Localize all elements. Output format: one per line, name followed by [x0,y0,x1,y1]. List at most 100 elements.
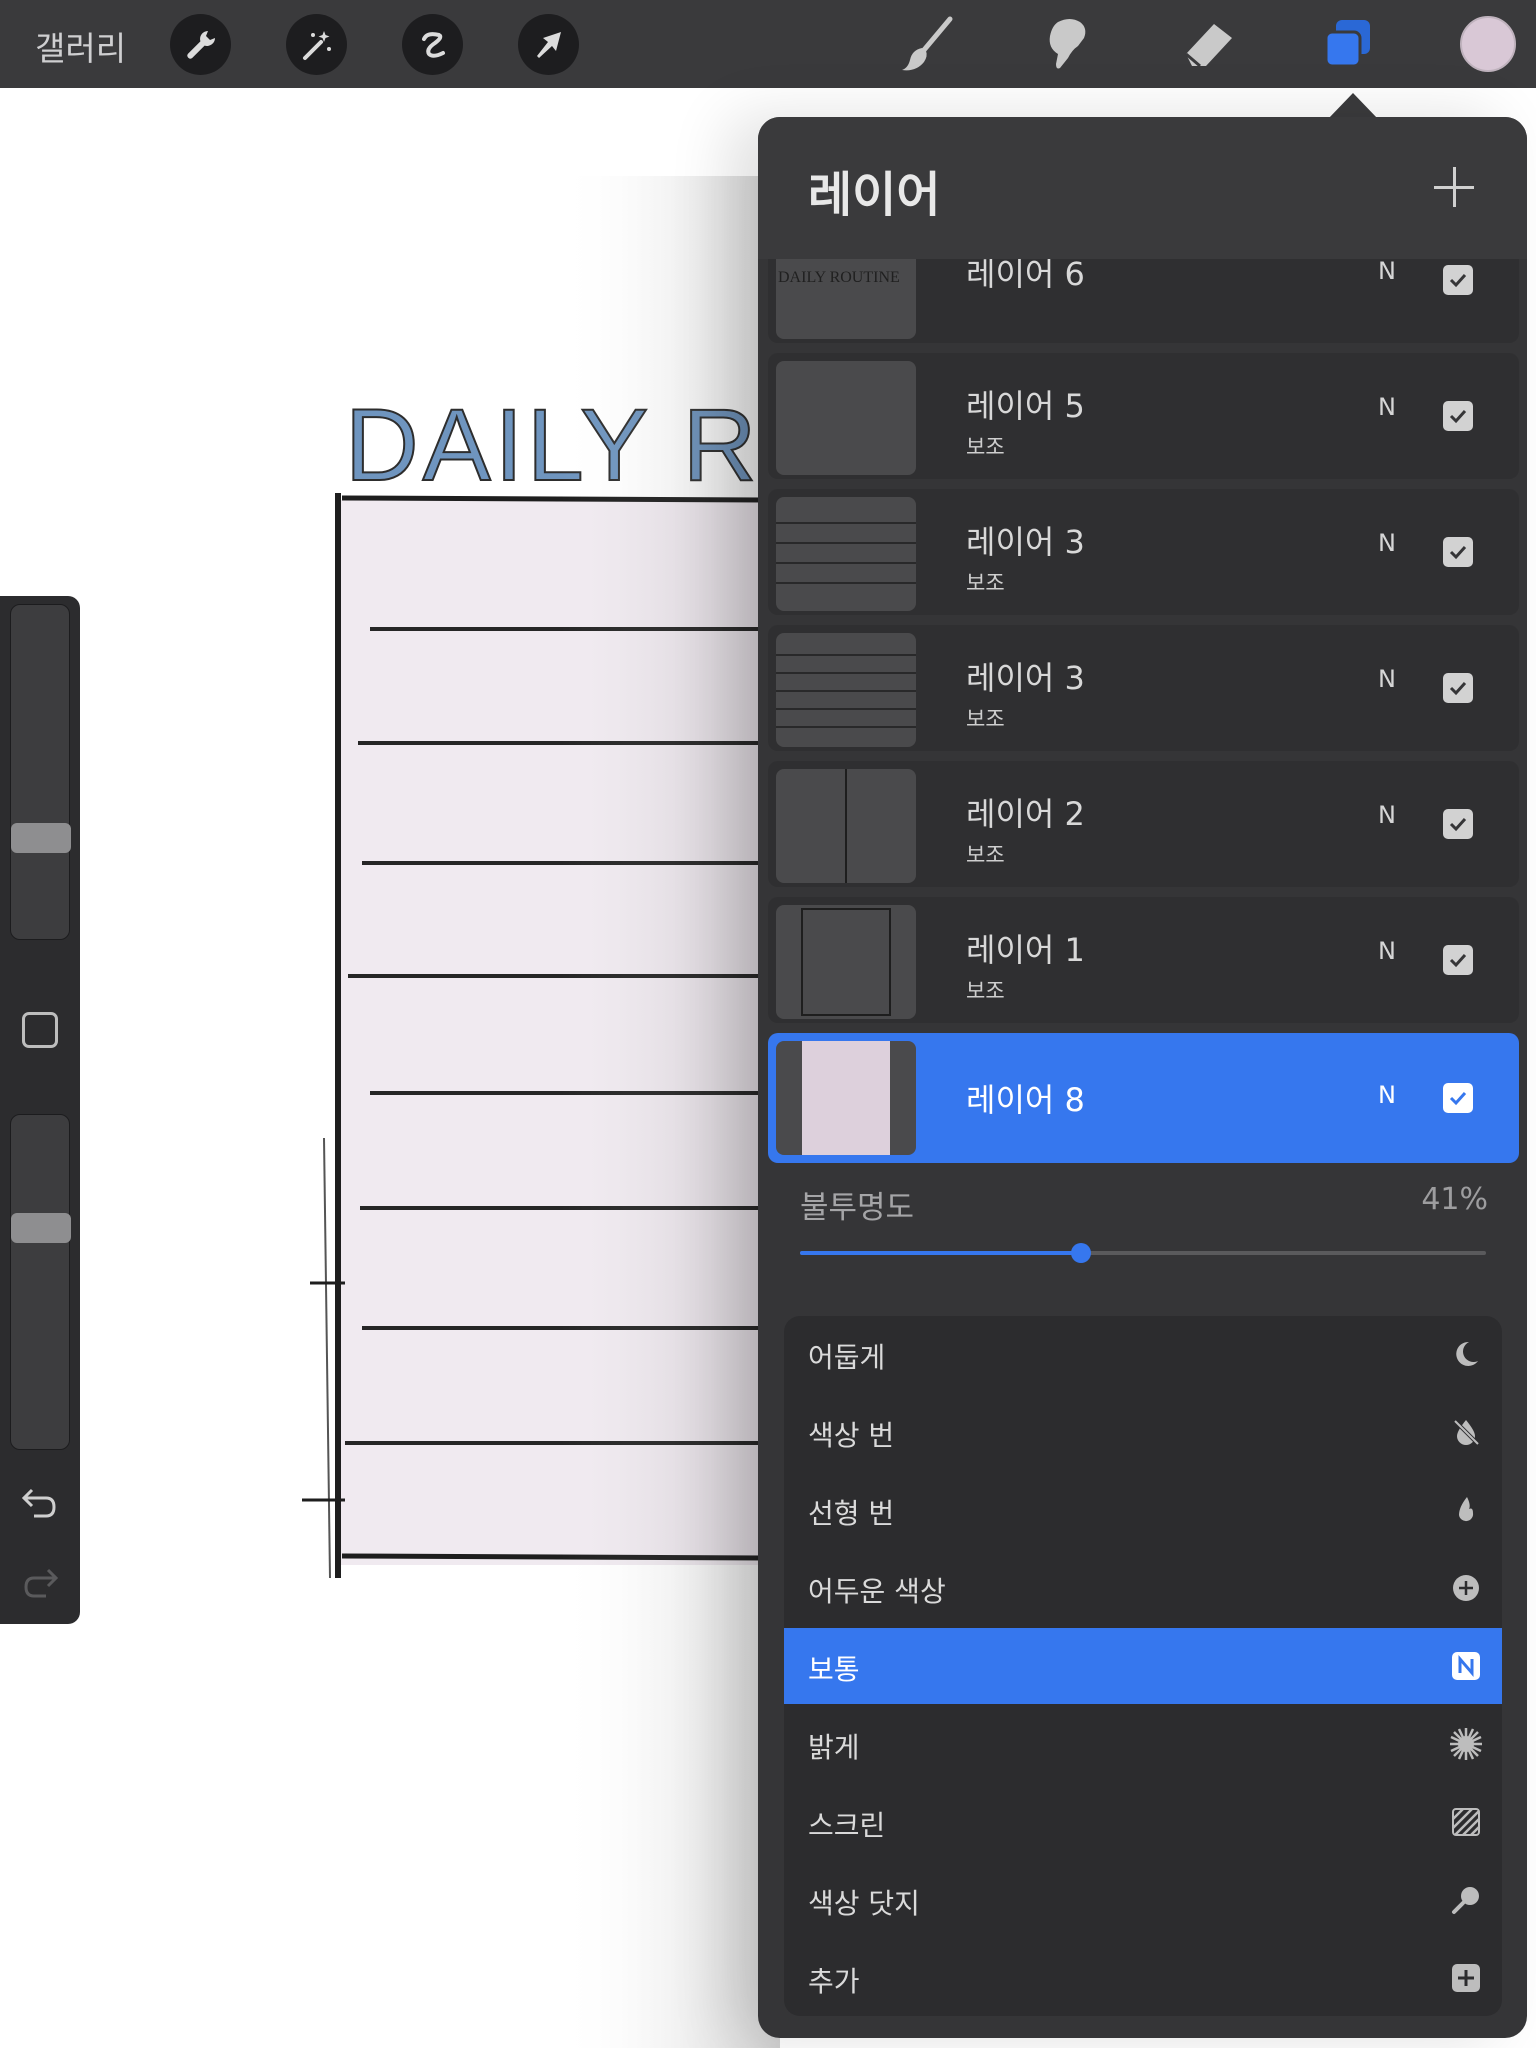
visibility-checkbox[interactable] [1443,809,1473,839]
color-picker-button[interactable] [1460,16,1516,72]
visibility-checkbox[interactable] [1443,537,1473,567]
blend-mode-label: 스크린 [808,1809,886,1842]
brush-tool-button[interactable] [896,12,960,76]
blend-mode-button[interactable]: N [1378,529,1396,557]
sun-burst-icon [1448,1726,1484,1762]
smudge-tool-button[interactable] [1036,12,1100,76]
visibility-checkbox[interactable] [1443,1083,1473,1113]
brush-size-thumb[interactable] [11,823,71,853]
transform-arrow-icon [536,31,561,58]
layer-name: 레이어 8 [966,1081,1085,1119]
transform-button[interactable] [518,14,579,75]
layer-row[interactable]: 레이어 1 보조 N [768,897,1519,1023]
adjustments-button[interactable] [286,14,347,75]
layer-list[interactable]: DAILY ROUTINE 레이어 6 N 레이어 5 보조 N 레이어 3 보… [758,259,1527,1275]
blend-mode-lighten[interactable]: 밝게 [784,1706,1502,1782]
layer-thumbnail [776,1041,916,1155]
lines-thumbnail-art [776,522,916,584]
layer-subtitle: 보조 [966,707,1005,731]
blend-mode-color-burn[interactable]: 색상 번 [784,1394,1502,1470]
blend-mode-button[interactable]: N [1378,937,1396,965]
layers-panel-header: 레이어 [758,117,1527,259]
actions-button[interactable] [170,14,231,75]
blend-mode-linear-burn[interactable]: 선형 번 [784,1472,1502,1548]
blend-mode-darker-color[interactable]: 어두운 색상 [784,1550,1502,1626]
burn-icon [1448,1414,1484,1450]
blend-mode-label: 추가 [808,1965,860,1998]
eraser-icon [1185,24,1232,68]
layer-row-selected[interactable]: 레이어 8 N [768,1033,1519,1163]
magic-wand-icon [302,30,331,60]
layer-name: 레이어 1 [966,931,1085,969]
frame-thumbnail-art [801,908,891,1016]
layer-row[interactable]: DAILY ROUTINE 레이어 6 N [768,259,1519,343]
modify-button[interactable] [22,1012,58,1048]
layer-row[interactable]: 레이어 3 보조 N [768,489,1519,615]
checkmark-icon [1449,409,1467,424]
checkmark-icon [1449,817,1467,832]
layers-panel: 레이어 DAILY ROUTINE 레이어 6 N 레이어 5 보조 N 레이어… [758,117,1527,2038]
moon-icon [1448,1336,1484,1372]
layer-thumbnail: DAILY ROUTINE [776,259,916,339]
opacity-label: 불투명도 [800,1190,915,1226]
layer-row[interactable]: 레이어 5 보조 N [768,353,1519,479]
blend-mode-button[interactable]: N [1378,1081,1396,1109]
gallery-button[interactable]: 갤러리 [35,22,126,70]
redo-icon[interactable] [20,1566,60,1602]
visibility-checkbox[interactable] [1443,265,1473,295]
left-sidebar [0,596,80,1624]
blend-mode-button[interactable]: N [1378,801,1396,829]
visibility-checkbox[interactable] [1443,945,1473,975]
checkmark-icon [1449,1091,1467,1106]
blend-mode-normal[interactable]: 보통 [784,1628,1502,1704]
blend-mode-add[interactable]: 추가 [784,1940,1502,2016]
smudge-icon [1049,19,1086,69]
normal-n-icon [1448,1648,1484,1684]
blend-mode-list[interactable]: 어둡게 색상 번 선형 번 어두운 색상 보통 밝게 스크린 색상 닷지 추가 [784,1316,1502,2016]
visibility-checkbox[interactable] [1443,673,1473,703]
blend-mode-label: 선형 번 [808,1497,895,1530]
selection-button[interactable] [402,14,463,75]
undo-icon[interactable] [20,1486,60,1522]
layer-name: 레이어 5 [966,387,1085,425]
layer-thumbnail [776,361,916,475]
checkmark-icon [1449,545,1467,560]
opacity-value: 41% [1421,1182,1488,1217]
layers-icon [1324,20,1370,68]
blend-mode-color-dodge[interactable]: 색상 닷지 [784,1862,1502,1938]
opacity-slider[interactable] [800,1243,1486,1263]
layer-subtitle: 보조 [966,571,1005,595]
opacity-slider-knob[interactable] [1071,1243,1091,1263]
layers-tool-button[interactable] [1316,12,1380,76]
plus-circle-icon [1448,1570,1484,1606]
blend-mode-label: 어두운 색상 [808,1575,946,1608]
layer-thumbnail [776,633,916,747]
visibility-checkbox[interactable] [1443,401,1473,431]
blend-mode-darken[interactable]: 어둡게 [784,1316,1502,1392]
layer-thumbnail [776,769,916,883]
divider-thumbnail-art [845,769,847,883]
blend-mode-button[interactable]: N [1378,665,1396,693]
checkmark-icon [1449,953,1467,968]
brush-opacity-thumb[interactable] [11,1213,71,1243]
layer-row[interactable]: 레이어 2 보조 N [768,761,1519,887]
eraser-tool-button[interactable] [1176,12,1240,76]
brush-opacity-slider[interactable] [10,1114,71,1450]
lines-thumbnail-art [776,654,916,728]
layers-panel-title: 레이어 [808,167,941,223]
add-layer-button[interactable] [1434,167,1474,207]
checkmark-icon [1449,273,1467,288]
brush-size-slider[interactable] [10,604,71,940]
brush-icon [902,16,953,71]
selection-icon [421,31,445,58]
blend-mode-screen[interactable]: 스크린 [784,1784,1502,1860]
blend-mode-button[interactable]: N [1378,259,1396,285]
paper-thumbnail-art [802,1041,890,1155]
layer-thumbnail-text: DAILY ROUTINE [778,269,900,286]
panel-pointer [1328,93,1378,119]
blend-mode-button[interactable]: N [1378,393,1396,421]
blend-mode-label: 어둡게 [808,1341,886,1374]
layer-row[interactable]: 레이어 3 보조 N [768,625,1519,751]
blend-mode-label: 색상 닷지 [808,1887,920,1920]
blend-mode-label: 밝게 [808,1731,860,1764]
